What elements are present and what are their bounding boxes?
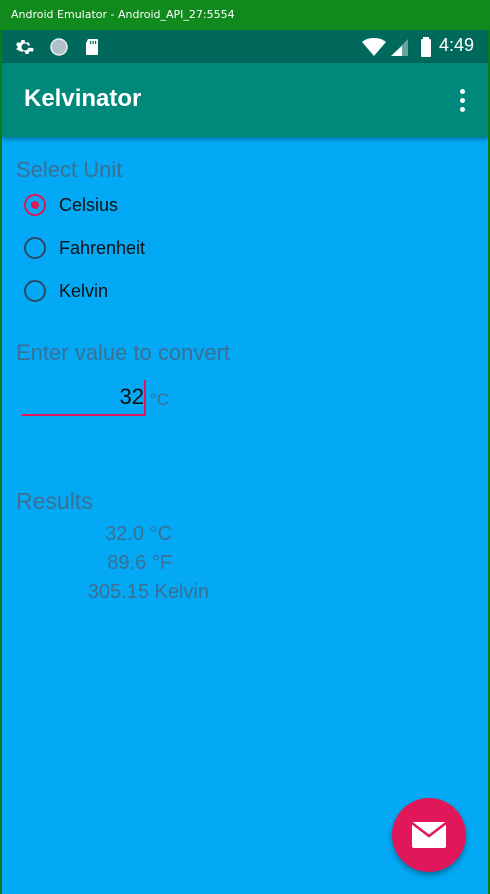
menu-dot [460, 98, 465, 103]
radio-label: Celsius [59, 195, 119, 215]
menu-dot [460, 107, 465, 112]
radio-checked-icon [24, 194, 46, 216]
radio-dot [31, 201, 39, 209]
result-kelvin: 305.15 Kelvin [87, 581, 209, 603]
wifi-icon [362, 38, 386, 56]
mail-icon [412, 822, 446, 848]
device-screen: 4:49 Kelvinator Select Unit Celsius Fahr… [2, 30, 488, 894]
status-time: 4:49 [438, 35, 474, 55]
enter-value-label: Enter value to convert [16, 340, 231, 365]
text-cursor [144, 380, 146, 416]
result-celsius: 32.0 °C [105, 523, 172, 545]
radio-celsius[interactable]: Celsius [22, 191, 322, 223]
sd-card-icon [86, 39, 98, 55]
overflow-menu-icon[interactable] [450, 87, 474, 115]
status-bar: 4:49 [2, 30, 488, 63]
radio-label: Fahrenheit [59, 238, 146, 258]
menu-dot [460, 89, 465, 94]
radio-fahrenheit[interactable]: Fahrenheit [22, 234, 322, 266]
radio-unchecked-icon [24, 280, 46, 302]
signal-icon [391, 39, 408, 56]
app-bar: Kelvinator [2, 63, 488, 137]
circle-icon [50, 38, 68, 56]
battery-icon [421, 37, 431, 57]
email-fab-button[interactable] [392, 798, 466, 872]
radio-label: Kelvin [59, 281, 109, 301]
value-input-wrapper [22, 380, 146, 418]
radio-kelvin[interactable]: Kelvin [22, 277, 322, 309]
radio-unchecked-icon [24, 237, 46, 259]
results-label: Results [16, 488, 93, 514]
input-unit-suffix: °C [150, 390, 170, 409]
result-fahrenheit: 89.6 °F [107, 552, 172, 574]
select-unit-label: Select Unit [16, 157, 123, 182]
app-title: Kelvinator [24, 85, 142, 112]
gear-icon [16, 40, 34, 54]
value-input[interactable] [22, 380, 146, 416]
window-titlebar: Android Emulator - Android_API_27:5554 [0, 0, 490, 30]
